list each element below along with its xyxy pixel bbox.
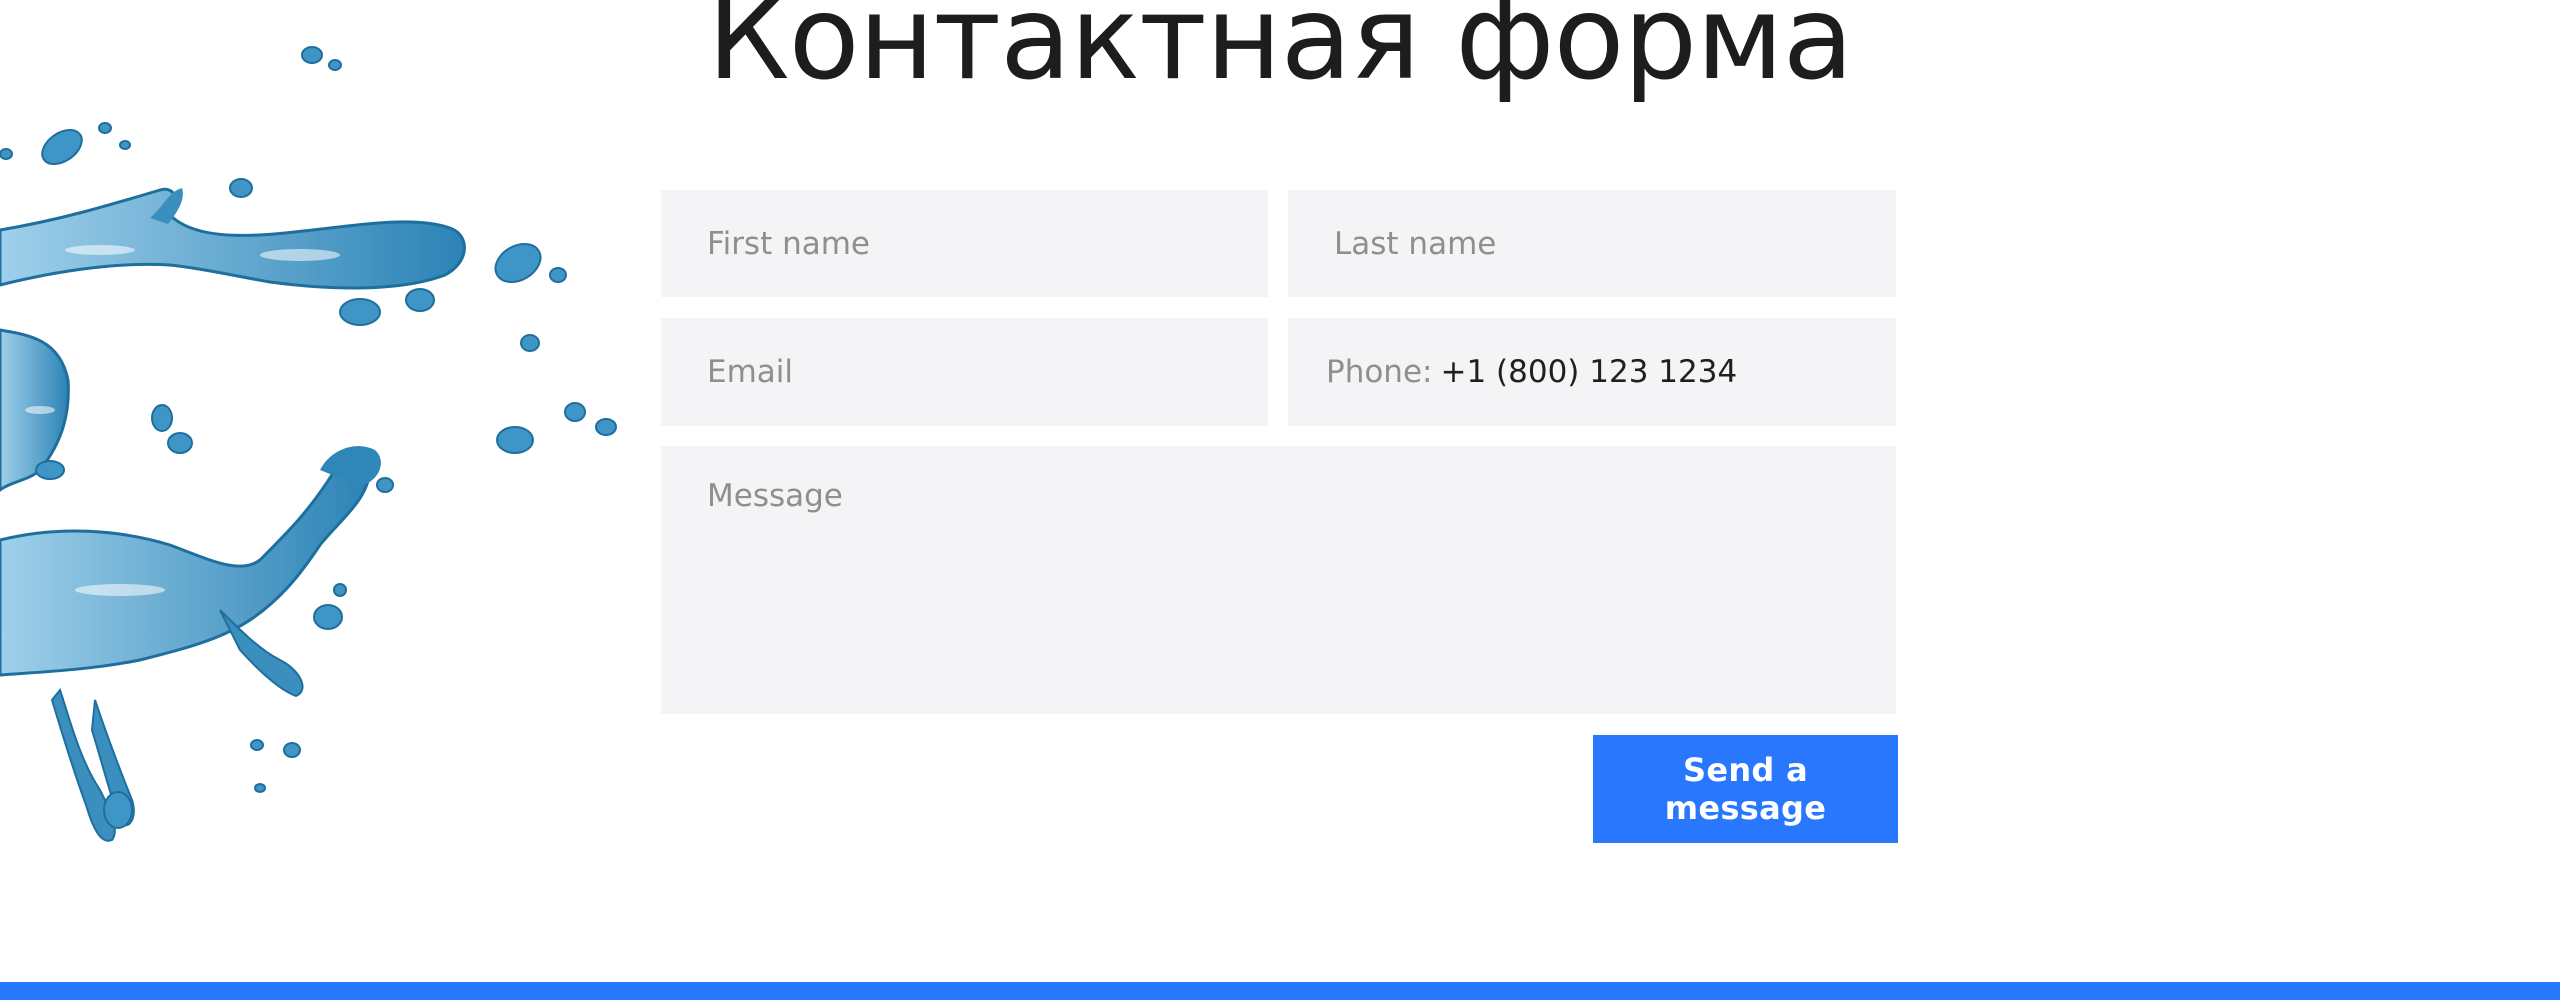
phone-input[interactable]: Phone: +1 (800) 123 1234 <box>1288 318 1896 426</box>
first-name-input[interactable] <box>661 190 1268 297</box>
footer-accent-bar <box>0 982 2560 1000</box>
page-title: Контактная форма <box>707 0 1853 106</box>
email-input[interactable] <box>661 318 1268 426</box>
message-textarea[interactable] <box>661 446 1896 714</box>
send-message-button[interactable]: Send a message <box>1593 735 1898 843</box>
water-splash-image <box>0 46 617 842</box>
last-name-input[interactable] <box>1288 190 1896 297</box>
phone-value: +1 (800) 123 1234 <box>1440 354 1738 390</box>
phone-label: Phone: <box>1326 354 1433 390</box>
